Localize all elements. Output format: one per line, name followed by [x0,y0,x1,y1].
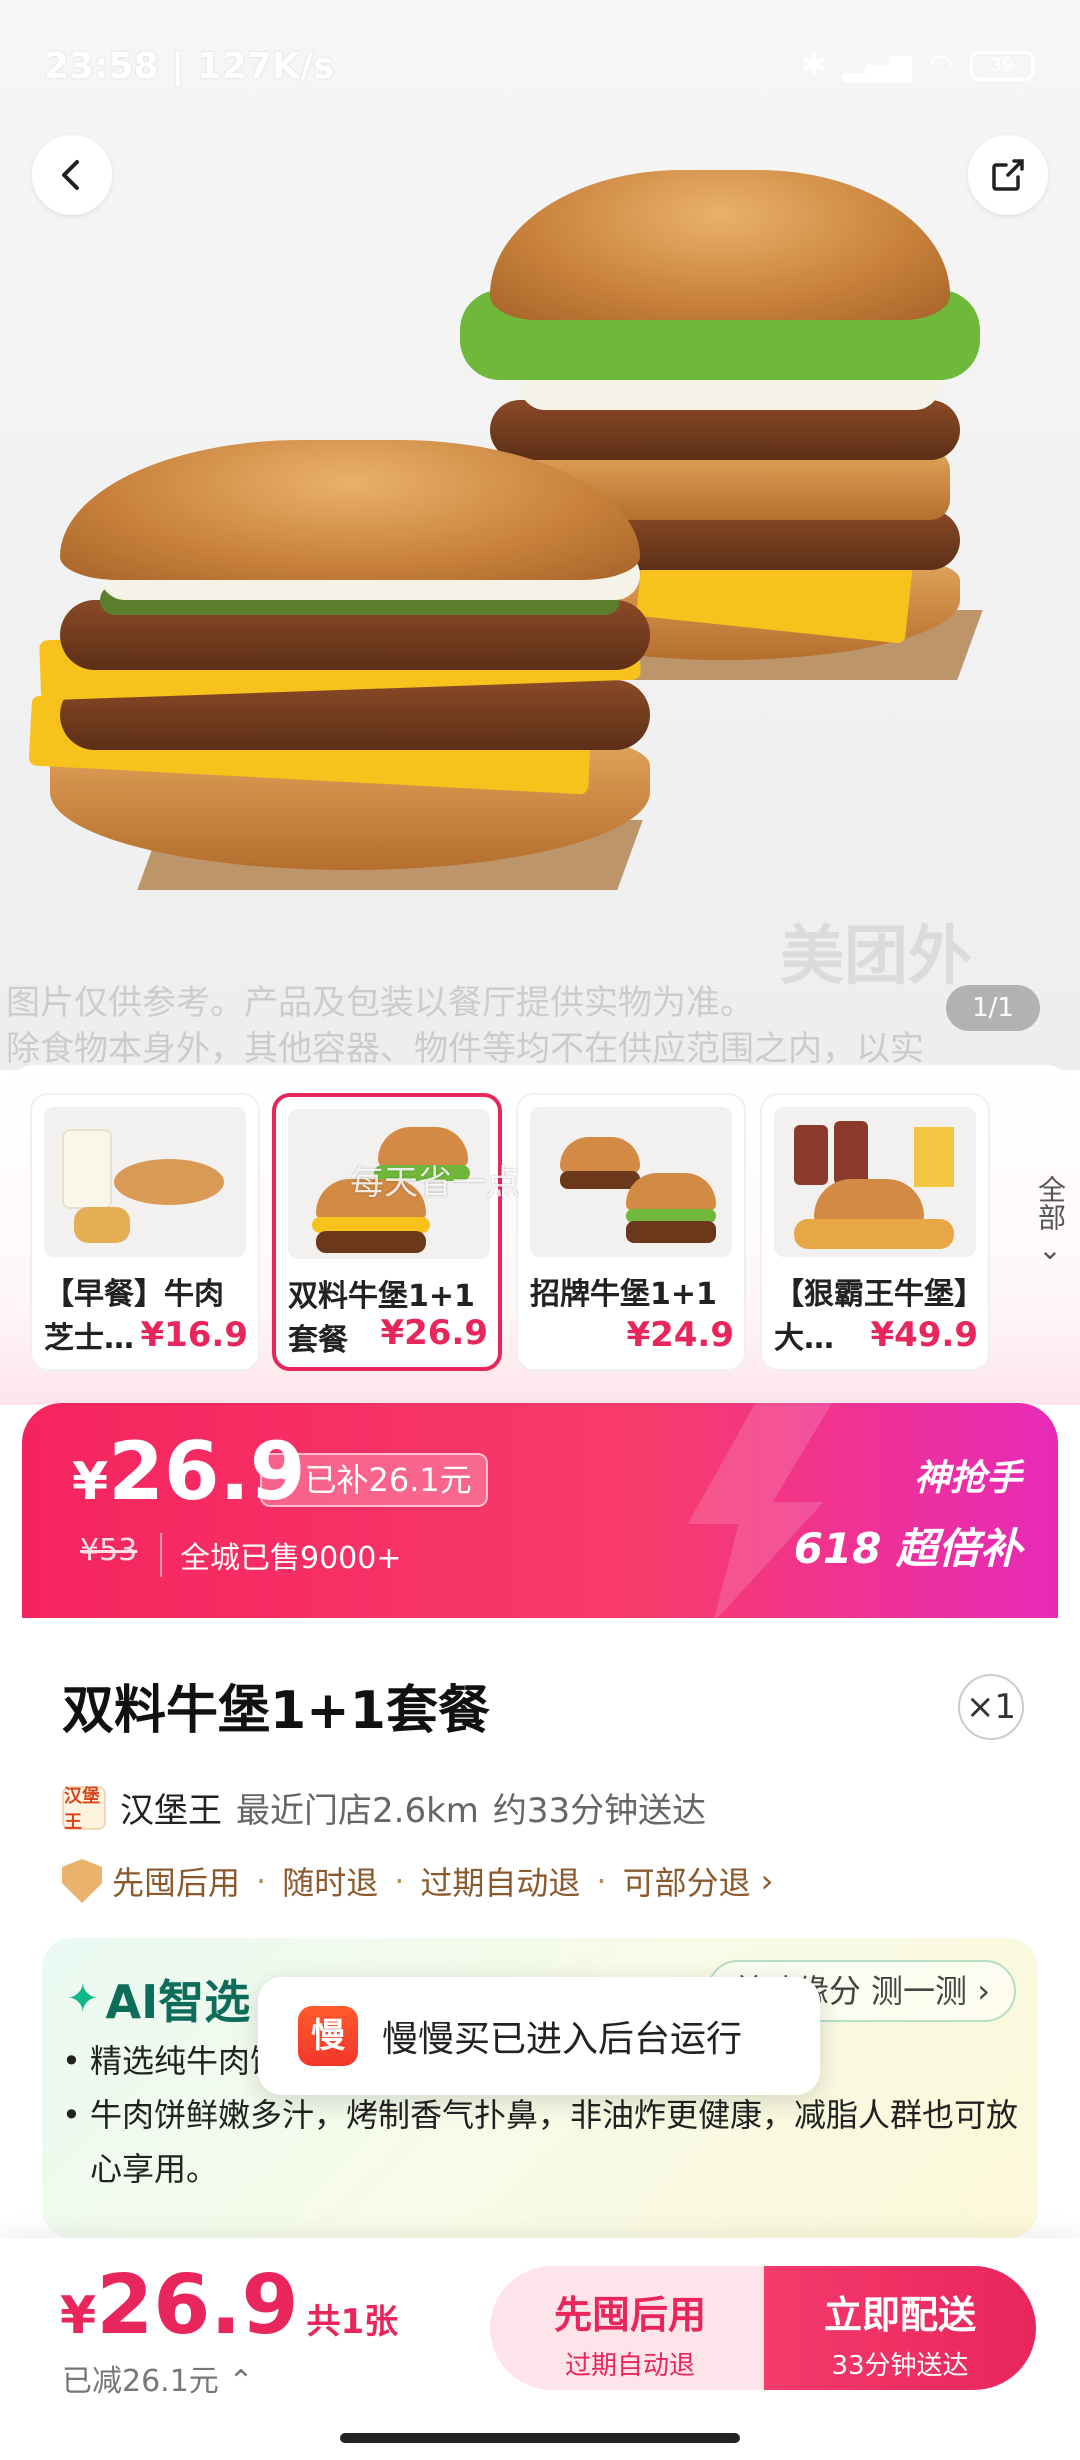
original-price: ¥53 [80,1533,138,1568]
store-info-row[interactable]: 汉堡王 汉堡王 最近门店2.6km 约33分钟送达 [62,1783,707,1833]
status-icons: ✱ ▂▄▆ ◠ 39 [801,48,1034,83]
variant-card-breakfast[interactable]: 【早餐】牛肉芝士… ¥16.9 [30,1093,260,1371]
variant-price: ¥49.9 [866,1315,978,1355]
separator-dot: · [394,1862,405,1900]
variant-price: ¥24.9 [622,1315,734,1355]
product-details: 双料牛堡1+1套餐 ×1 汉堡王 汉堡王 最近门店2.6km 约33分钟送达 先… [22,1618,1058,2238]
variant-card-double-beef[interactable]: 双料牛堡1+1套餐 ¥26.9 [272,1093,502,1371]
signal-icon: ▂▄▆ [842,48,912,83]
chevron-up-icon: ⌃ [228,2364,254,2399]
ai-pick-title: ✦ AI智选 [66,1966,250,2032]
status-bar: 23:58 | 127K/s ✱ ▂▄▆ ◠ 39 [0,0,1080,130]
product-title: 双料牛堡1+1套餐 [62,1681,490,1741]
floating-overlay-text: 每天省一点 [350,1163,520,1203]
chevron-right-icon: › [977,1972,990,2010]
product-hero-image[interactable]: 23:58 | 127K/s ✱ ▂▄▆ ◠ 39 美团外 图片仅供参考。产品及… [0,0,1080,1070]
variant-card-signature[interactable]: 招牌牛堡1+1 ¥24.9 [516,1093,746,1371]
bottom-action-bar: ¥ 26.9 共1张 已减26.1元 ⌃ 先囤后用 过期自动退 立即配送 33分… [0,2238,1080,2460]
deliver-now-label: 立即配送 [823,2293,976,2337]
total-price-value: 26.9 [96,2258,299,2353]
lightning-small-icon: ⚡ [276,1461,299,1499]
voucher-count: 共1张 [306,2302,399,2342]
saved-text: 已减26.1元 [62,2364,219,2399]
buy-later-label: 先囤后用 [553,2293,706,2337]
currency-symbol: ¥ [72,1452,109,1512]
service-guarantees[interactable]: 先囤后用 · 随时退 · 过期自动退 · 可部分退 › [62,1858,773,1904]
ai-point: 牛肉饼鲜嫩多汁，烤制香气扑鼻，非油炸更健康，减脂人群也可放心享用。 [62,2088,1022,2196]
currency-symbol: ¥ [60,2286,97,2346]
total-price: ¥ 26.9 共1张 [60,2258,398,2353]
image-disclaimer: 图片仅供参考。产品及包装以餐厅提供实物为准。 除食物本身外，其他容器、物件等均不… [6,980,1080,1070]
variant-image [774,1107,976,1257]
promo-title: 618 超倍补 [793,1524,1022,1573]
toast-message: 慢慢买已进入后台运行 [382,2019,743,2060]
separator-dot: · [596,1862,607,1900]
buy-later-sublabel: 过期自动退 [564,2351,695,2381]
variant-image [530,1107,732,1257]
sparkle-icon: ✦ [66,1976,100,2022]
shield-check-icon [62,1859,102,1903]
back-button[interactable] [32,135,112,215]
sold-count: 全城已售9000+ [160,1533,401,1577]
store-name: 汉堡王 [120,1791,222,1831]
store-logo-icon: 汉堡王 [62,1785,106,1833]
app-logo-icon: 慢 [298,2006,358,2066]
view-all-variants[interactable]: 全部 ⌄ [1028,1175,1072,1269]
home-indicator[interactable] [340,2433,740,2443]
service-item: 随时退 [282,1864,379,1902]
burger-illustration-front [28,440,680,920]
subsidy-badge: ⚡ 已补26.1元 [260,1453,488,1507]
chevron-right-icon: › [760,1862,774,1900]
bluetooth-icon: ✱ [801,48,827,83]
status-time: 23:58 | 127K/s [44,46,335,87]
service-item: 先囤后用 [112,1864,241,1902]
share-icon [992,159,1024,191]
share-button[interactable] [968,135,1048,215]
delivery-time: 约33分钟送达 [492,1791,707,1831]
promo-tag: 神抢手 [913,1458,1022,1499]
saved-amount[interactable]: 已减26.1元 ⌃ [62,2356,253,2400]
subsidy-text: 已补26.1元 [304,1461,472,1499]
nearest-store: 最近门店2.6km [236,1791,479,1831]
variant-card-king-burger[interactable]: 【狠霸王牛堡】大… ¥49.9 [760,1093,990,1371]
variant-price: ¥16.9 [136,1315,248,1355]
battery-icon: 39 [970,50,1034,81]
chevron-down-icon: ⌄ [1038,1233,1062,1266]
buy-later-button[interactable]: 先囤后用 过期自动退 [490,2266,770,2390]
variant-price: ¥26.9 [376,1313,488,1353]
deliver-now-button[interactable]: 立即配送 33分钟送达 [764,2266,1036,2390]
variant-image [44,1107,246,1257]
deliver-now-sublabel: 33分钟送达 [831,2351,969,2381]
disclaimer-line-1: 图片仅供参考。产品及包装以餐厅提供实物为准。 [6,983,754,1023]
service-item: 过期自动退 [420,1864,581,1902]
variant-title: 招牌牛堡1+1 [530,1277,717,1312]
disclaimer-line-2: 除食物本身外，其他容器、物件等均不在供应范围之内，以实 [6,1029,924,1069]
toast-notification: 慢 慢慢买已进入后台运行 [258,1977,820,2095]
variant-strip: 【早餐】牛肉芝士… ¥16.9 双料牛堡1+1套餐 ¥26.9 招牌牛堡1+1 … [0,1065,1080,1405]
service-item: 可部分退 [622,1864,751,1902]
quantity-badge: ×1 [958,1674,1024,1740]
wifi-icon: ◠ [927,48,954,83]
price-banner: ¥26.9 ⚡ 已补26.1元 ¥53 全城已售9000+ 神抢手 618 超倍… [22,1403,1058,1618]
lightning-icon [687,1403,832,1618]
ai-title-text: AI智选 [105,1975,251,2029]
separator-dot: · [256,1862,267,1900]
view-all-label: 全部 [1034,1175,1067,1231]
image-counter: 1/1 [946,985,1040,1031]
back-arrow-icon [62,160,79,190]
